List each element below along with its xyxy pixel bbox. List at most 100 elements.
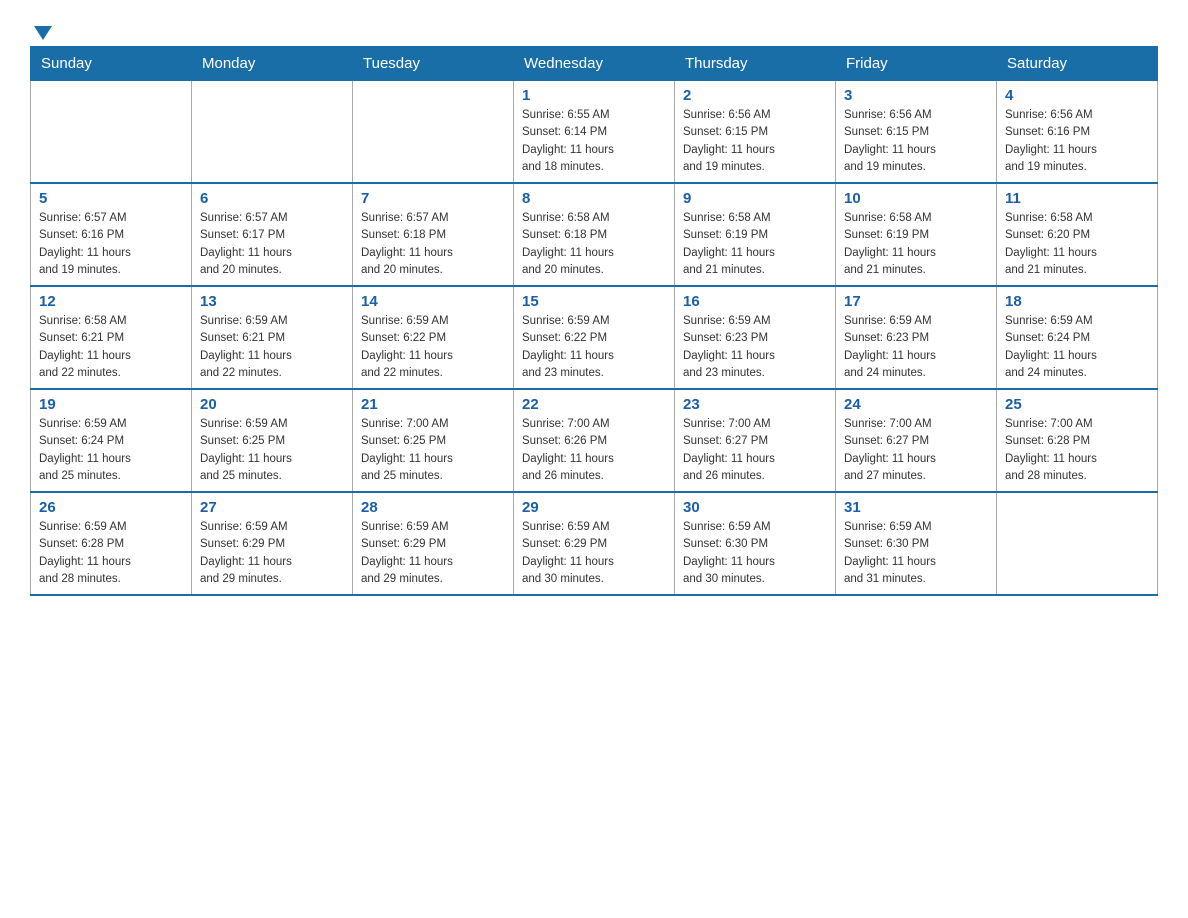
day-info: Sunrise: 6:57 AM Sunset: 6:16 PM Dayligh… bbox=[39, 210, 183, 279]
calendar-cell: 6 Sunrise: 6:57 AM Sunset: 6:17 PM Daylig… bbox=[192, 183, 353, 286]
day-info: Sunrise: 6:59 AM Sunset: 6:21 PM Dayligh… bbox=[200, 313, 344, 382]
day-info: Sunrise: 6:59 AM Sunset: 6:23 PM Dayligh… bbox=[683, 313, 827, 382]
day-info: Sunrise: 6:59 AM Sunset: 6:30 PM Dayligh… bbox=[683, 519, 827, 588]
day-number: 13 bbox=[200, 293, 344, 310]
day-number: 31 bbox=[844, 499, 988, 516]
day-info: Sunrise: 7:00 AM Sunset: 6:27 PM Dayligh… bbox=[683, 416, 827, 485]
calendar-week-row: 19 Sunrise: 6:59 AM Sunset: 6:24 PM Dayli… bbox=[31, 389, 1158, 492]
day-number: 8 bbox=[522, 190, 666, 207]
logo bbox=[30, 20, 54, 36]
calendar-week-row: 1 Sunrise: 6:55 AM Sunset: 6:14 PM Daylig… bbox=[31, 81, 1158, 184]
day-number: 30 bbox=[683, 499, 827, 516]
day-number: 12 bbox=[39, 293, 183, 310]
day-number: 21 bbox=[361, 396, 505, 413]
day-number: 6 bbox=[200, 190, 344, 207]
day-info: Sunrise: 6:59 AM Sunset: 6:24 PM Dayligh… bbox=[1005, 313, 1149, 382]
calendar-cell: 26Sunrise: 6:59 AM Sunset: 6:28 PM Dayli… bbox=[31, 492, 192, 595]
day-number: 1 bbox=[522, 87, 666, 104]
day-info: Sunrise: 6:58 AM Sunset: 6:20 PM Dayligh… bbox=[1005, 210, 1149, 279]
day-number: 10 bbox=[844, 190, 988, 207]
calendar-cell: 12 Sunrise: 6:58 AM Sunset: 6:21 PM Dayli… bbox=[31, 286, 192, 389]
day-info: Sunrise: 6:58 AM Sunset: 6:21 PM Dayligh… bbox=[39, 313, 183, 382]
day-info: Sunrise: 6:57 AM Sunset: 6:17 PM Dayligh… bbox=[200, 210, 344, 279]
day-number: 4 bbox=[1005, 87, 1149, 104]
day-number: 2 bbox=[683, 87, 827, 104]
calendar-cell: 31 Sunrise: 6:59 AM Sunset: 6:30 PM Dayli… bbox=[836, 492, 997, 595]
day-info: Sunrise: 6:58 AM Sunset: 6:19 PM Dayligh… bbox=[844, 210, 988, 279]
day-number: 28 bbox=[361, 499, 505, 516]
day-info: Sunrise: 6:59 AM Sunset: 6:24 PM Dayligh… bbox=[39, 416, 183, 485]
header-friday: Friday bbox=[836, 47, 997, 81]
calendar-cell: 20 Sunrise: 6:59 AM Sunset: 6:25 PM Dayli… bbox=[192, 389, 353, 492]
calendar-cell: 18 Sunrise: 6:59 AM Sunset: 6:24 PM Dayli… bbox=[997, 286, 1158, 389]
header-monday: Monday bbox=[192, 47, 353, 81]
calendar-week-row: 26Sunrise: 6:59 AM Sunset: 6:28 PM Dayli… bbox=[31, 492, 1158, 595]
day-number: 20 bbox=[200, 396, 344, 413]
calendar-cell: 2 Sunrise: 6:56 AM Sunset: 6:15 PM Daylig… bbox=[675, 81, 836, 184]
day-number: 14 bbox=[361, 293, 505, 310]
calendar-cell: 23 Sunrise: 7:00 AM Sunset: 6:27 PM Dayli… bbox=[675, 389, 836, 492]
calendar-table: SundayMondayTuesdayWednesdayThursdayFrid… bbox=[30, 46, 1158, 596]
calendar-cell: 22 Sunrise: 7:00 AM Sunset: 6:26 PM Dayli… bbox=[514, 389, 675, 492]
day-number: 16 bbox=[683, 293, 827, 310]
calendar-cell: 8Sunrise: 6:58 AM Sunset: 6:18 PM Daylig… bbox=[514, 183, 675, 286]
day-info: Sunrise: 6:55 AM Sunset: 6:14 PM Dayligh… bbox=[522, 107, 666, 176]
logo-triangle-icon bbox=[32, 22, 54, 44]
day-number: 26 bbox=[39, 499, 183, 516]
calendar-week-row: 12 Sunrise: 6:58 AM Sunset: 6:21 PM Dayli… bbox=[31, 286, 1158, 389]
day-info: Sunrise: 6:59 AM Sunset: 6:29 PM Dayligh… bbox=[522, 519, 666, 588]
day-info: Sunrise: 6:59 AM Sunset: 6:30 PM Dayligh… bbox=[844, 519, 988, 588]
day-number: 9 bbox=[683, 190, 827, 207]
calendar-cell: 29 Sunrise: 6:59 AM Sunset: 6:29 PM Dayli… bbox=[514, 492, 675, 595]
calendar-cell: 21 Sunrise: 7:00 AM Sunset: 6:25 PM Dayli… bbox=[353, 389, 514, 492]
calendar-cell: 13 Sunrise: 6:59 AM Sunset: 6:21 PM Dayli… bbox=[192, 286, 353, 389]
day-number: 3 bbox=[844, 87, 988, 104]
calendar-cell: 5Sunrise: 6:57 AM Sunset: 6:16 PM Daylig… bbox=[31, 183, 192, 286]
header-sunday: Sunday bbox=[31, 47, 192, 81]
calendar-week-row: 5Sunrise: 6:57 AM Sunset: 6:16 PM Daylig… bbox=[31, 183, 1158, 286]
calendar-cell bbox=[997, 492, 1158, 595]
calendar-cell: 1 Sunrise: 6:55 AM Sunset: 6:14 PM Daylig… bbox=[514, 81, 675, 184]
day-number: 23 bbox=[683, 396, 827, 413]
calendar-cell: 27 Sunrise: 6:59 AM Sunset: 6:29 PM Dayli… bbox=[192, 492, 353, 595]
day-info: Sunrise: 6:57 AM Sunset: 6:18 PM Dayligh… bbox=[361, 210, 505, 279]
page-header bbox=[30, 20, 1158, 36]
header-wednesday: Wednesday bbox=[514, 47, 675, 81]
day-number: 19 bbox=[39, 396, 183, 413]
day-info: Sunrise: 6:59 AM Sunset: 6:29 PM Dayligh… bbox=[200, 519, 344, 588]
calendar-cell: 11Sunrise: 6:58 AM Sunset: 6:20 PM Dayli… bbox=[997, 183, 1158, 286]
calendar-cell: 9 Sunrise: 6:58 AM Sunset: 6:19 PM Daylig… bbox=[675, 183, 836, 286]
calendar-cell: 30 Sunrise: 6:59 AM Sunset: 6:30 PM Dayli… bbox=[675, 492, 836, 595]
calendar-cell: 14Sunrise: 6:59 AM Sunset: 6:22 PM Dayli… bbox=[353, 286, 514, 389]
day-number: 25 bbox=[1005, 396, 1149, 413]
calendar-cell: 25 Sunrise: 7:00 AM Sunset: 6:28 PM Dayli… bbox=[997, 389, 1158, 492]
day-info: Sunrise: 6:59 AM Sunset: 6:22 PM Dayligh… bbox=[522, 313, 666, 382]
calendar-cell: 3Sunrise: 6:56 AM Sunset: 6:15 PM Daylig… bbox=[836, 81, 997, 184]
header-thursday: Thursday bbox=[675, 47, 836, 81]
day-info: Sunrise: 6:56 AM Sunset: 6:16 PM Dayligh… bbox=[1005, 107, 1149, 176]
day-number: 18 bbox=[1005, 293, 1149, 310]
day-number: 24 bbox=[844, 396, 988, 413]
day-number: 22 bbox=[522, 396, 666, 413]
calendar-cell: 10 Sunrise: 6:58 AM Sunset: 6:19 PM Dayli… bbox=[836, 183, 997, 286]
day-number: 27 bbox=[200, 499, 344, 516]
day-info: Sunrise: 6:59 AM Sunset: 6:23 PM Dayligh… bbox=[844, 313, 988, 382]
day-info: Sunrise: 6:59 AM Sunset: 6:25 PM Dayligh… bbox=[200, 416, 344, 485]
day-info: Sunrise: 6:58 AM Sunset: 6:19 PM Dayligh… bbox=[683, 210, 827, 279]
day-info: Sunrise: 7:00 AM Sunset: 6:28 PM Dayligh… bbox=[1005, 416, 1149, 485]
day-info: Sunrise: 7:00 AM Sunset: 6:27 PM Dayligh… bbox=[844, 416, 988, 485]
day-info: Sunrise: 6:56 AM Sunset: 6:15 PM Dayligh… bbox=[683, 107, 827, 176]
calendar-cell: 7Sunrise: 6:57 AM Sunset: 6:18 PM Daylig… bbox=[353, 183, 514, 286]
day-info: Sunrise: 7:00 AM Sunset: 6:25 PM Dayligh… bbox=[361, 416, 505, 485]
calendar-cell: 19 Sunrise: 6:59 AM Sunset: 6:24 PM Dayli… bbox=[31, 389, 192, 492]
day-number: 29 bbox=[522, 499, 666, 516]
day-number: 17 bbox=[844, 293, 988, 310]
day-info: Sunrise: 7:00 AM Sunset: 6:26 PM Dayligh… bbox=[522, 416, 666, 485]
header-saturday: Saturday bbox=[997, 47, 1158, 81]
calendar-cell: 16 Sunrise: 6:59 AM Sunset: 6:23 PM Dayli… bbox=[675, 286, 836, 389]
calendar-cell: 4 Sunrise: 6:56 AM Sunset: 6:16 PM Daylig… bbox=[997, 81, 1158, 184]
calendar-cell: 24 Sunrise: 7:00 AM Sunset: 6:27 PM Dayli… bbox=[836, 389, 997, 492]
calendar-cell bbox=[192, 81, 353, 184]
calendar-cell bbox=[31, 81, 192, 184]
header-tuesday: Tuesday bbox=[353, 47, 514, 81]
